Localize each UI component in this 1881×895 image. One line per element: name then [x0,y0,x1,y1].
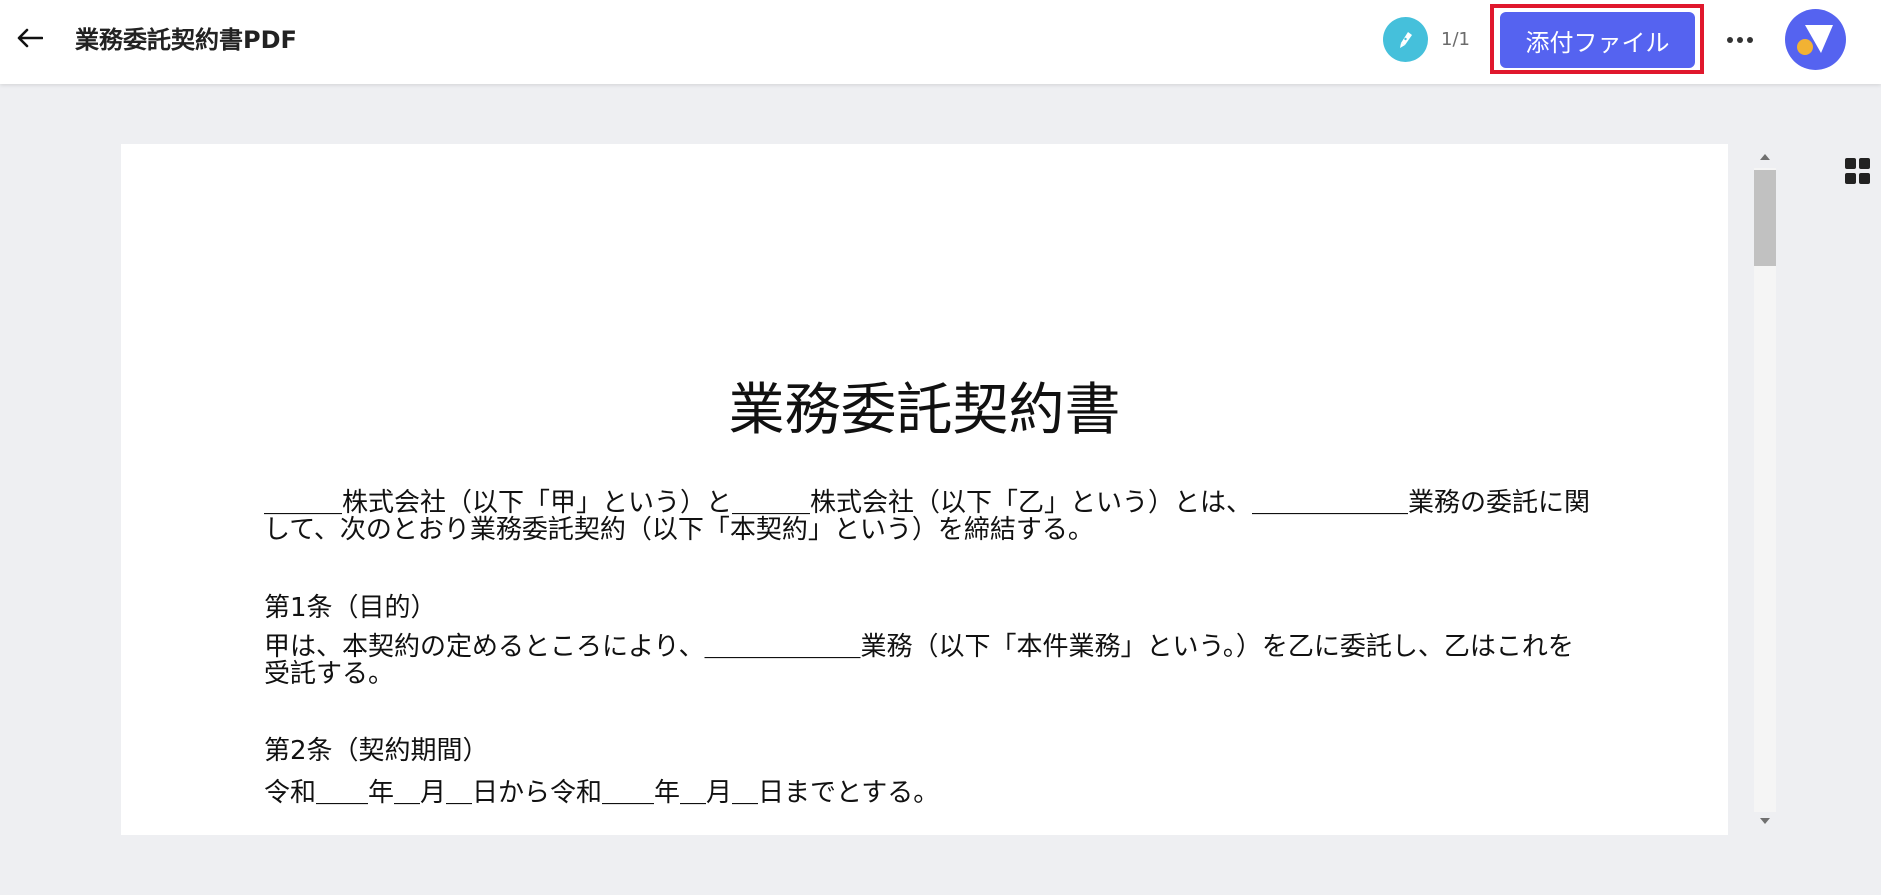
grid-view-icon [1845,158,1856,169]
article-1-heading: 第1条（目的） [264,593,437,623]
attachments-button[interactable]: 添付ファイル [1500,12,1695,68]
thumbnail-grid-button[interactable] [1845,158,1871,184]
signer-avatar[interactable] [1383,17,1428,62]
ellipsis-icon [1727,37,1733,43]
article-2-heading: 第2条（契約期間） [264,736,489,766]
page-counter: 1/1 [1441,29,1470,50]
scroll-up-button[interactable] [1755,150,1775,164]
article-1-body: 甲は、本契約の定めるところにより、＿＿＿＿＿＿業務（以下「本件業務」という。）を… [264,632,1574,689]
user-avatar-icon [1797,25,1833,55]
back-button[interactable] [12,20,48,56]
document-heading: 業務委託契約書 [728,378,1121,443]
pen-icon [1399,31,1412,48]
intro-paragraph: ＿＿＿株式会社（以下「甲」という）と＿＿＿株式会社（以下「乙」という）とは、＿＿… [264,488,1591,545]
caret-down-icon [1760,818,1770,824]
caret-up-icon [1760,154,1770,160]
top-bar: 業務委託契約書PDF 1/1 添付ファイル [0,0,1881,84]
arrow-left-icon [17,28,43,48]
document-title: 業務委託契約書PDF [75,26,297,54]
user-avatar[interactable] [1785,9,1846,70]
more-options-button[interactable] [1724,22,1756,58]
pdf-page: 業務委託契約書 ＿＿＿株式会社（以下「甲」という）と＿＿＿株式会社（以下「乙」と… [121,144,1728,835]
scroll-down-button[interactable] [1755,814,1775,828]
article-2-body: 令和＿＿年＿月＿日から令和＿＿年＿月＿日までとする。 [264,778,940,808]
scrollbar-thumb[interactable] [1754,170,1776,266]
